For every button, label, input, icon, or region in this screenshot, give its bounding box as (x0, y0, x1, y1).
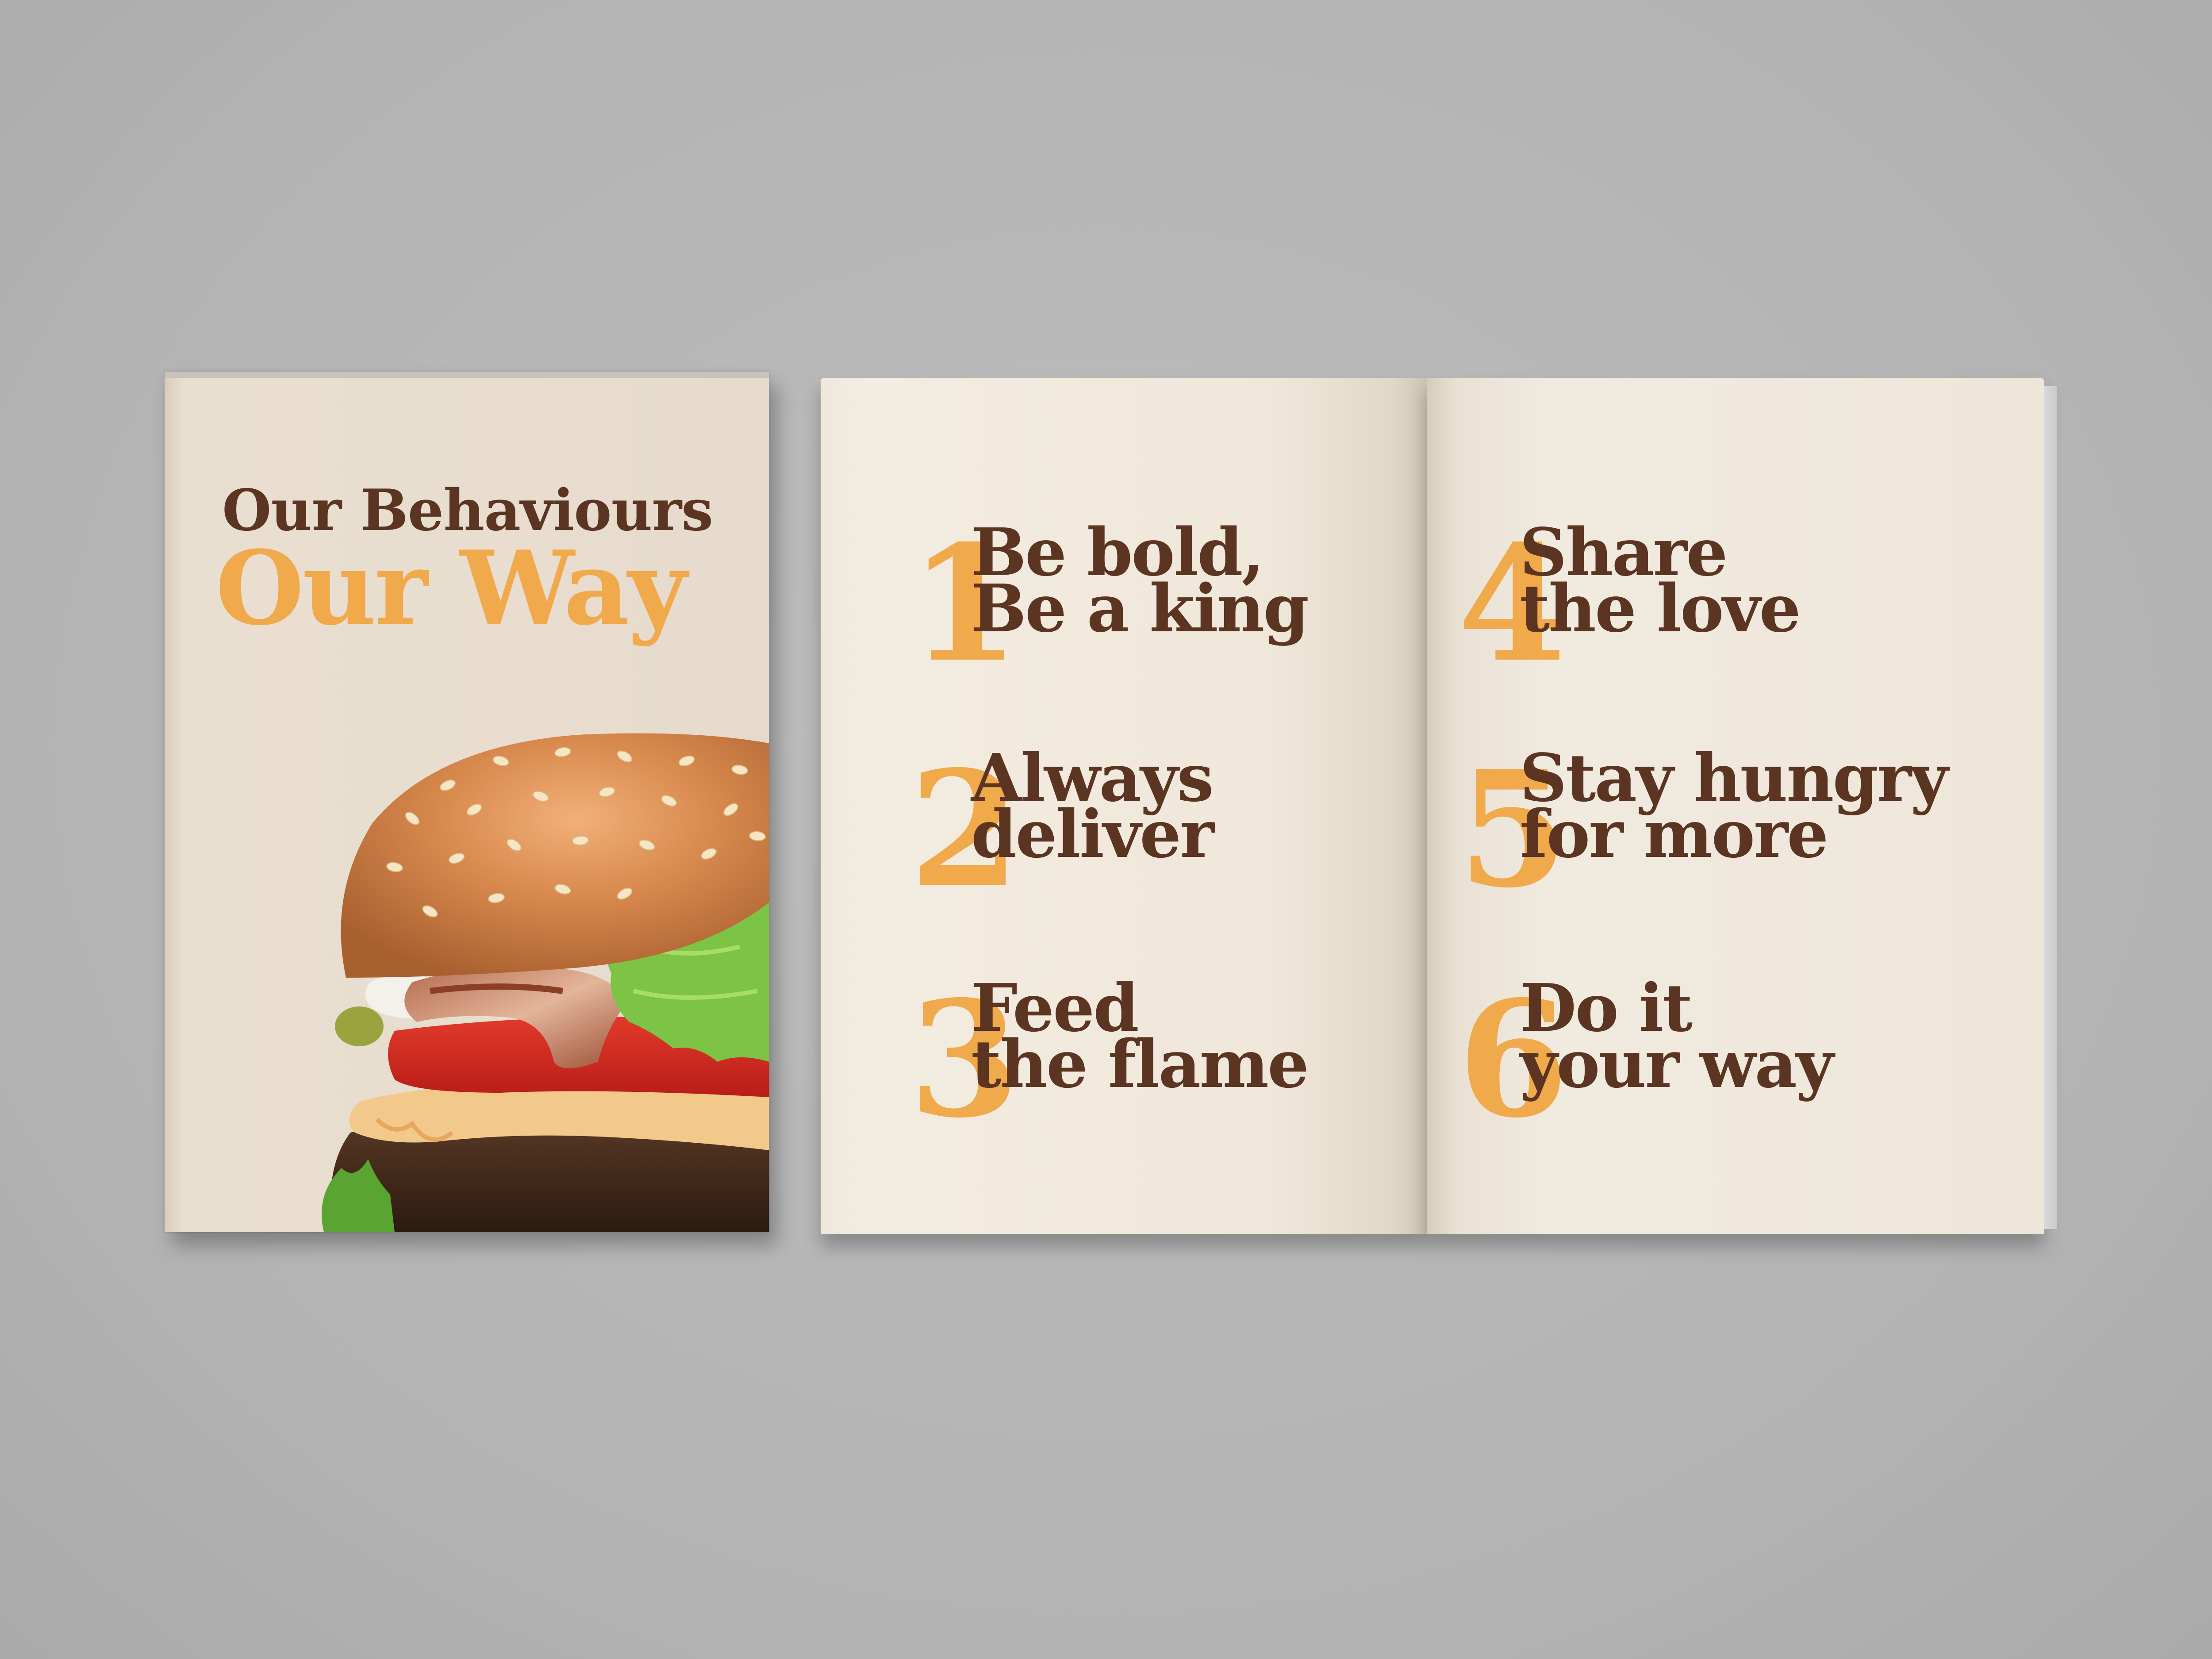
behaviour-line2: the love (1520, 570, 1801, 647)
right-page: 4 Share the love 5 Stay hungry for more … (1427, 378, 2044, 1234)
page-stack-edge (2044, 386, 2057, 1229)
behaviour-line2: Be a king (971, 570, 1309, 647)
burger-image (322, 733, 769, 1232)
behaviour-line2: your way (1520, 1025, 1834, 1103)
cover-booklet: Our Behaviours Our Way (165, 372, 769, 1232)
open-booklet: 1 Be bold, Be a king 2 Always deliver 3 … (821, 378, 2057, 1234)
left-page: 1 Be bold, Be a king 2 Always deliver 3 … (821, 378, 1427, 1234)
behaviour-line2: the flame (971, 1025, 1309, 1103)
behaviour-line2: deliver (971, 795, 1214, 873)
